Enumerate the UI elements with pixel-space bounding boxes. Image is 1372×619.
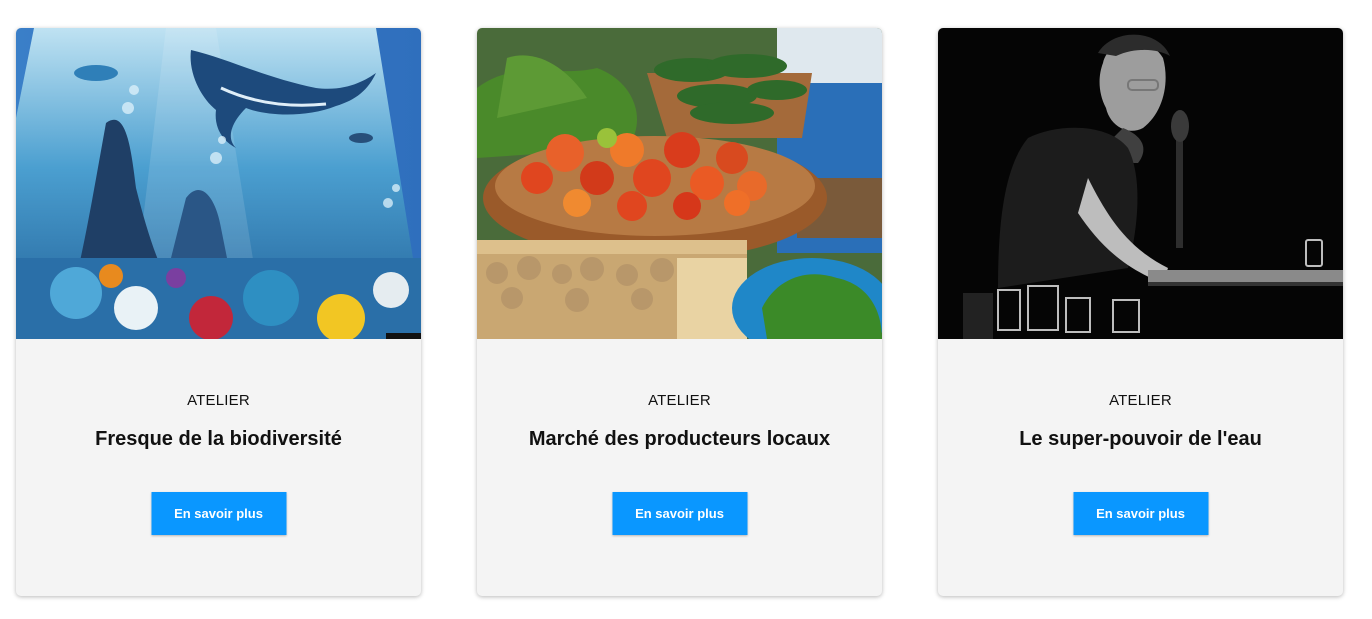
card-category: ATELIER [187,392,250,409]
speaker-portrait-image[interactable] [938,28,1343,339]
learn-more-button[interactable]: En savoir plus [151,492,286,535]
card-category: ATELIER [1109,392,1172,409]
vegetable-market-image[interactable] [477,28,882,339]
learn-more-button[interactable]: En savoir plus [612,492,747,535]
event-card-water-superpower[interactable]: ATELIER Le super-pouvoir de l'eau En sav… [938,28,1343,596]
event-card-local-market[interactable]: ATELIER Marché des producteurs locaux En… [477,28,882,596]
event-card-biodiversity[interactable]: ATELIER Fresque de la biodiversité En sa… [16,28,421,596]
card-title[interactable]: Fresque de la biodiversité [16,428,421,451]
card-category: ATELIER [648,392,711,409]
card-title[interactable]: Marché des producteurs locaux [477,428,882,451]
underwater-mural-image[interactable] [16,28,421,339]
learn-more-button[interactable]: En savoir plus [1073,492,1208,535]
card-title[interactable]: Le super-pouvoir de l'eau [938,428,1343,451]
